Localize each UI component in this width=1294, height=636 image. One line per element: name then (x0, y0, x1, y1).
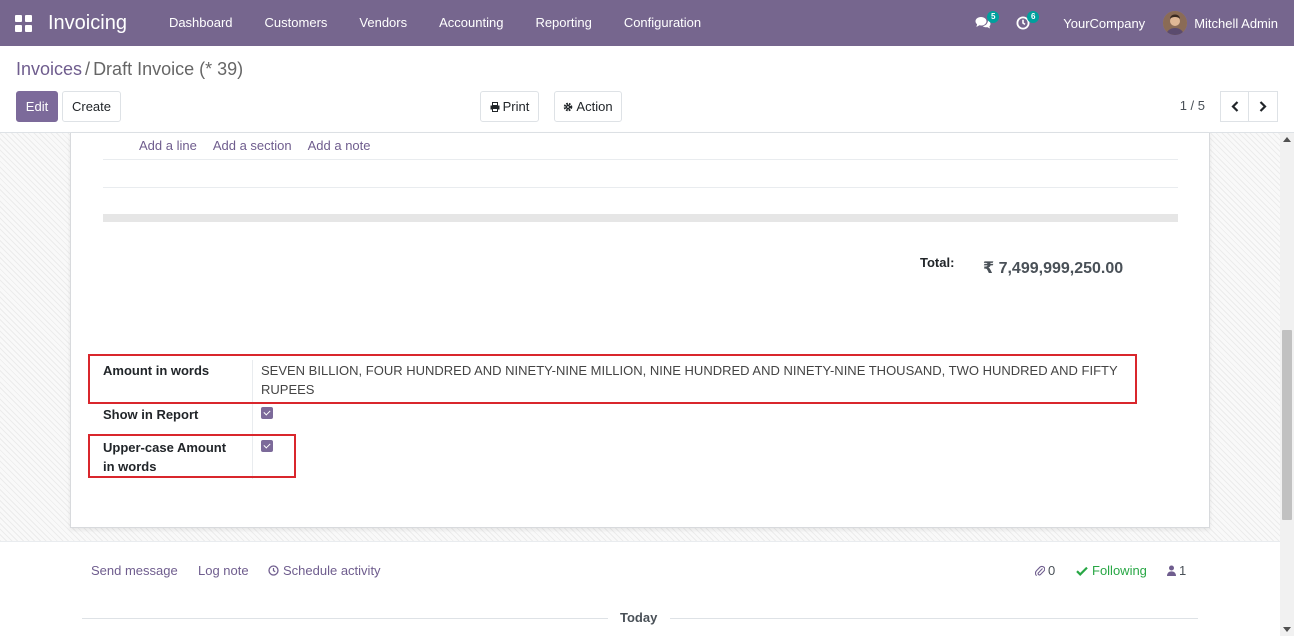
check-icon (1076, 566, 1088, 576)
total-amount: ₹ 7,499,999,250.00 (983, 260, 1124, 277)
menu-item-reporting[interactable]: Reporting (519, 0, 607, 46)
edit-button[interactable]: Edit (16, 91, 58, 122)
chatter: Send message Log note Schedule activity … (0, 541, 1280, 636)
pager-buttons (1220, 91, 1278, 122)
create-button[interactable]: Create (62, 91, 121, 122)
highlight-box-amount-in-words (88, 354, 1137, 404)
followers-count: 1 (1179, 563, 1187, 578)
show-in-report-checkbox[interactable] (261, 407, 273, 419)
attachments-count: 0 (1048, 563, 1056, 578)
navbar-right: 5 6 YourCompany Mitchell Admin (963, 0, 1294, 46)
chevron-left-icon (1230, 101, 1238, 112)
avatar (1163, 11, 1188, 35)
menu-item-vendors[interactable]: Vendors (343, 0, 423, 46)
clock-icon (268, 565, 279, 576)
invoice-line-actions: Add a line Add a section Add a note (139, 138, 387, 153)
divider (670, 618, 1198, 619)
messaging-menu[interactable]: 5 (963, 0, 1003, 46)
app-name[interactable]: Invoicing (48, 12, 127, 35)
field-separator (252, 404, 253, 434)
add-note-link[interactable]: Add a note (308, 138, 371, 153)
menu-item-customers[interactable]: Customers (249, 0, 344, 46)
activity-menu[interactable]: 6 (1003, 0, 1043, 46)
pager-value[interactable]: 1 / 5 (1180, 98, 1205, 113)
table-row-separator (103, 159, 1178, 160)
add-line-link[interactable]: Add a line (139, 138, 197, 153)
add-section-link[interactable]: Add a section (213, 138, 292, 153)
form-sheet: Add a line Add a section Add a note Tota… (70, 133, 1210, 528)
paperclip-icon (1035, 565, 1045, 576)
company-switcher[interactable]: YourCompany (1043, 16, 1163, 31)
following-button[interactable]: Following (1076, 563, 1147, 578)
scroll-down-arrow-icon[interactable] (1283, 627, 1291, 632)
vertical-scrollbar[interactable] (1280, 133, 1294, 636)
scrollbar-thumb[interactable] (1282, 330, 1292, 520)
user-name: Mitchell Admin (1194, 15, 1278, 31)
divider (82, 618, 608, 619)
table-row-separator (103, 187, 1178, 188)
followers-button[interactable]: 1 (1167, 563, 1186, 578)
main-menu: Dashboard Customers Vendors Accounting R… (153, 0, 717, 46)
menu-item-configuration[interactable]: Configuration (608, 0, 717, 46)
menu-item-dashboard[interactable]: Dashboard (153, 0, 249, 46)
user-icon (1167, 565, 1176, 576)
print-icon (490, 101, 500, 112)
print-button[interactable]: Print (480, 91, 539, 122)
activities-count-badge: 6 (1027, 11, 1040, 23)
breadcrumb-current: Draft Invoice (* 39) (93, 59, 244, 79)
action-label: Action (576, 99, 613, 114)
breadcrumb: Invoices / Draft Invoice (* 39) (16, 59, 243, 80)
print-label: Print (502, 99, 530, 114)
table-footer-bar (103, 214, 1178, 222)
total-label: Total: (920, 255, 955, 270)
show-in-report-label: Show in Report (103, 407, 199, 422)
today-separator-label: Today (620, 610, 658, 625)
pager-next-button[interactable] (1249, 91, 1278, 122)
control-panel: Invoices / Draft Invoice (* 39) Edit Creat… (0, 46, 1294, 133)
highlight-box-uppercase (88, 434, 296, 478)
log-note-button[interactable]: Log note (198, 563, 249, 578)
messages-count-badge: 5 (987, 11, 1000, 23)
user-menu[interactable]: Mitchell Admin (1163, 11, 1294, 35)
chevron-right-icon (1259, 101, 1267, 112)
scroll-up-arrow-icon[interactable] (1283, 137, 1291, 142)
gear-icon (564, 102, 573, 111)
pager-previous-button[interactable] (1220, 91, 1249, 122)
schedule-activity-label: Schedule activity (283, 563, 381, 578)
apps-grid-icon (14, 14, 32, 32)
following-label: Following (1092, 563, 1147, 578)
breadcrumb-separator: / (85, 59, 91, 79)
schedule-activity-button[interactable]: Schedule activity (268, 563, 381, 578)
top-navbar: Invoicing Dashboard Customers Vendors Ac… (0, 0, 1294, 46)
menu-item-accounting[interactable]: Accounting (423, 0, 519, 46)
apps-menu-button[interactable] (0, 0, 46, 46)
attachments-button[interactable]: 0 (1035, 563, 1055, 578)
action-button[interactable]: Action (554, 91, 622, 122)
send-message-button[interactable]: Send message (91, 563, 178, 578)
breadcrumb-invoices-link[interactable]: Invoices (16, 59, 82, 79)
